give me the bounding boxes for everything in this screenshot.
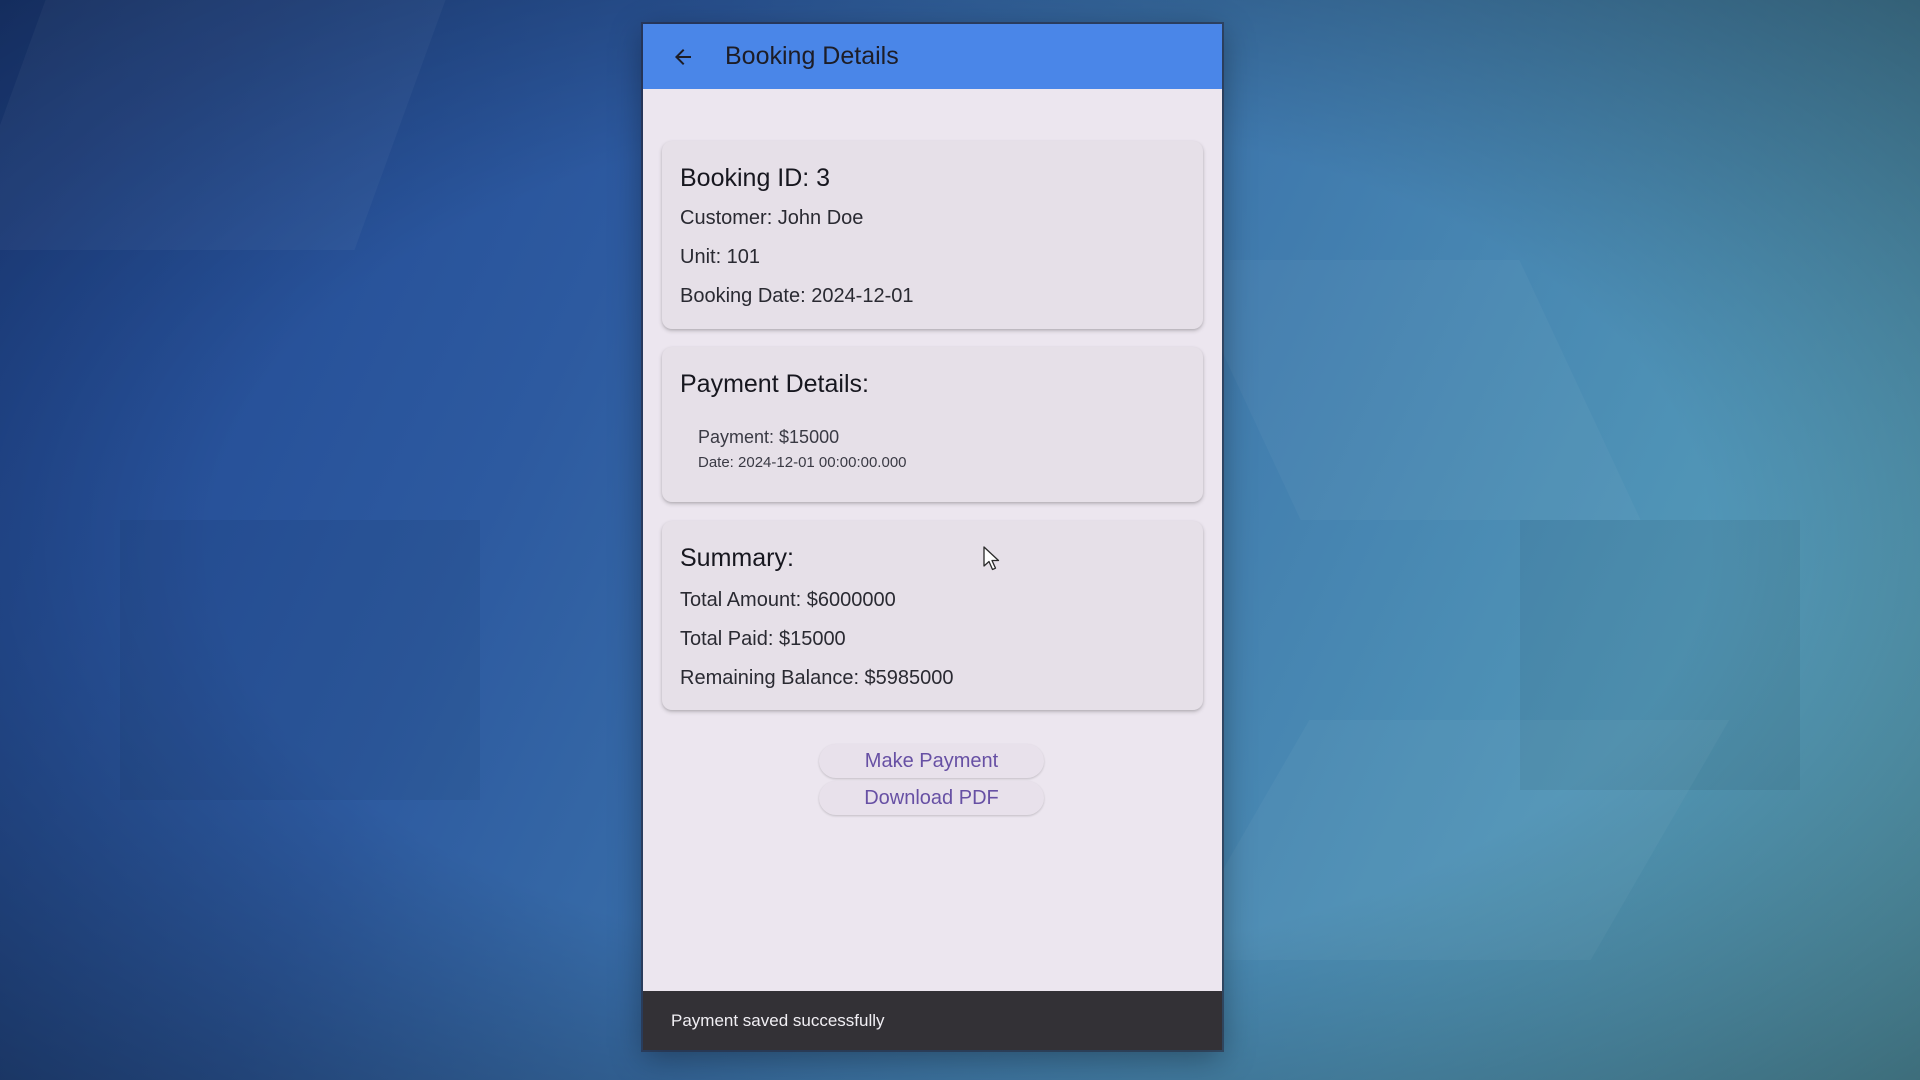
background-shape — [1179, 260, 1640, 520]
booking-id-heading: Booking ID: 3 — [680, 164, 831, 192]
make-payment-button[interactable]: Make Payment — [819, 744, 1044, 778]
download-pdf-button[interactable]: Download PDF — [819, 781, 1044, 815]
unit-text: Unit: 101 — [680, 246, 761, 268]
background-shape — [120, 520, 480, 800]
remaining-balance-text: Remaining Balance: $5985000 — [680, 667, 954, 689]
snackbar: Payment saved successfully — [643, 991, 1222, 1050]
download-pdf-label: Download PDF — [864, 786, 999, 809]
summary-card: Summary: Total Amount: $6000000 Total Pa… — [662, 521, 1203, 710]
phone-screen: Booking Details Booking ID: 3 Customer: … — [643, 24, 1222, 1050]
page-title: Booking Details — [725, 42, 899, 70]
back-button[interactable] — [663, 37, 703, 77]
payment-amount-text: Payment: $15000 — [698, 427, 840, 447]
mouse-pointer-icon — [983, 546, 1000, 571]
background-shape — [1171, 720, 1730, 960]
payment-details-heading: Payment Details: — [680, 370, 869, 398]
summary-heading: Summary: — [680, 544, 794, 572]
total-amount-text: Total Amount: $6000000 — [680, 589, 896, 611]
payment-date-text: Date: 2024-12-01 00:00:00.000 — [698, 454, 907, 471]
app-bar: Booking Details — [643, 24, 1222, 89]
arrow-left-icon — [675, 48, 691, 65]
customer-text: Customer: John Doe — [680, 207, 864, 229]
make-payment-label: Make Payment — [864, 749, 999, 772]
booking-date-text: Booking Date: 2024-12-01 — [680, 285, 914, 307]
booking-card: Booking ID: 3 Customer: John Doe Unit: 1… — [662, 141, 1203, 329]
snackbar-message: Payment saved successfully — [671, 1010, 885, 1030]
total-paid-text: Total Paid: $15000 — [680, 628, 846, 650]
payment-details-card: Payment Details: Payment: $15000 Date: 2… — [662, 347, 1203, 502]
background-shape — [0, 0, 445, 250]
